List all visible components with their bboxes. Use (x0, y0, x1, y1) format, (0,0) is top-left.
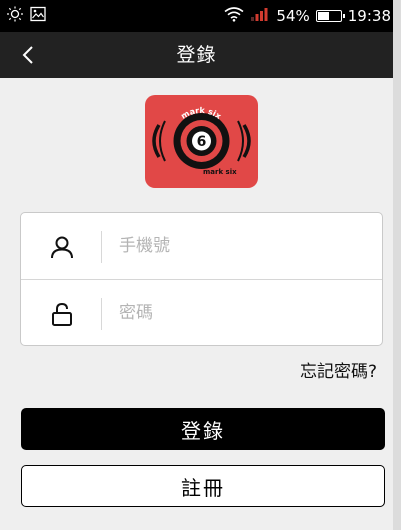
password-input[interactable] (119, 294, 369, 332)
cellular-signal-icon (250, 6, 270, 27)
page-title: 登錄 (176, 44, 217, 66)
nav-bar: 登錄 (0, 32, 393, 78)
login-button[interactable]: 登錄 (21, 408, 385, 450)
battery-percent: 54% (276, 7, 310, 25)
mark-six-ball-logo: 6 mark six mark six (152, 106, 251, 176)
app-logo: 6 mark six mark six (145, 95, 258, 188)
battery-icon (315, 10, 345, 22)
status-bar: 54% 19:38 (0, 0, 393, 32)
forgot-password-link[interactable]: 忘記密碼? (300, 357, 377, 382)
phone-field-divider (101, 231, 102, 263)
brightness-icon (6, 6, 24, 26)
status-left (6, 6, 46, 26)
password-row (21, 280, 382, 346)
register-button[interactable]: 註冊 (21, 465, 385, 507)
battery-level-fill (317, 12, 329, 20)
user-icon (49, 234, 75, 260)
login-screen: 54% 19:38 登錄 6 mark six mark six 手機號 忘記密… (0, 0, 401, 530)
right-edge-strip (393, 0, 401, 530)
password-field-divider (101, 298, 102, 330)
status-right: 54% 19:38 (224, 6, 391, 26)
unlock-icon (49, 301, 75, 327)
wifi-icon (224, 6, 244, 27)
login-form (20, 212, 383, 346)
status-time: 19:38 (347, 7, 391, 25)
phone-input[interactable] (119, 227, 369, 265)
logo-text-bottom: mark six (203, 168, 237, 176)
phone-row (21, 213, 382, 280)
ball-number: 6 (197, 134, 207, 150)
image-notification-icon (30, 6, 46, 26)
